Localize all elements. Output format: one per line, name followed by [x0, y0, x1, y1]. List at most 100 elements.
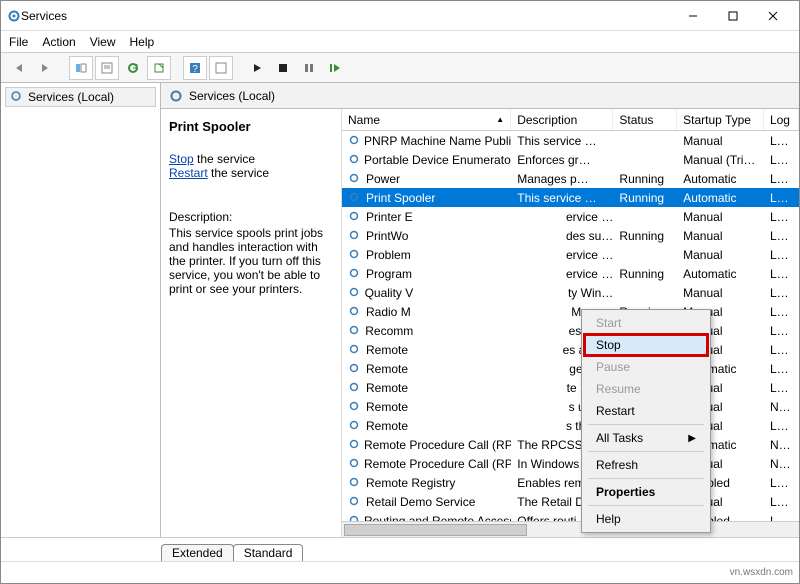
- service-row[interactable]: Problemervice …ManualLoc…: [342, 245, 799, 264]
- gear-icon: [348, 153, 360, 167]
- ctx-resume: Resume: [584, 378, 708, 400]
- col-status[interactable]: Status: [613, 109, 677, 130]
- ctx-all-tasks[interactable]: All Tasks▶: [584, 427, 708, 449]
- service-row[interactable]: Routing and Remote AccessOffers routi…Di…: [342, 511, 799, 521]
- service-row[interactable]: Print SpoolerThis service …RunningAutoma…: [342, 188, 799, 207]
- menu-help[interactable]: Help: [130, 35, 155, 49]
- service-row[interactable]: Remotes the c…ManualLoc…: [342, 416, 799, 435]
- ctx-restart[interactable]: Restart: [584, 400, 708, 422]
- gear-icon: [348, 229, 362, 243]
- stop-link-suffix: the service: [194, 152, 255, 166]
- toolbar: ?: [1, 53, 799, 83]
- export-button[interactable]: [147, 56, 171, 80]
- cell-logon: Loc…: [764, 172, 799, 186]
- service-row[interactable]: Quality Vty Win…ManualLoc…: [342, 283, 799, 302]
- service-row[interactable]: Remote RegistryEnables rem…DisabledLoc…: [342, 473, 799, 492]
- cell-name: Remote: [342, 400, 419, 414]
- cell-logon: Loc…: [764, 248, 799, 262]
- cell-description: ervice …: [419, 248, 613, 262]
- service-rows: PNRP Machine Name Publi…This service …Ma…: [342, 131, 799, 521]
- cell-description: ervice …: [419, 267, 613, 281]
- service-row[interactable]: Remote Procedure Call (RPC)The RPCSS s…R…: [342, 435, 799, 454]
- main-area: Services (Local) Services (Local) Print …: [1, 83, 799, 537]
- service-row[interactable]: Remotes user…ManualNet…: [342, 397, 799, 416]
- restart-link-suffix: the service: [208, 166, 269, 180]
- stop-service-button[interactable]: [271, 56, 295, 80]
- start-service-button[interactable]: [245, 56, 269, 80]
- gear-icon: [169, 89, 183, 103]
- service-row[interactable]: Portable Device Enumerator…Enforces gr…M…: [342, 150, 799, 169]
- sort-arrow-icon: ▲: [496, 115, 504, 124]
- ctx-stop[interactable]: Stop: [584, 334, 708, 356]
- cell-startup-type: Manual (Trig…: [677, 153, 764, 167]
- ctx-refresh[interactable]: Refresh: [584, 454, 708, 476]
- minimize-button[interactable]: [673, 2, 713, 30]
- menu-view[interactable]: View: [90, 35, 116, 49]
- cell-name: Remote Registry: [342, 476, 511, 490]
- service-row[interactable]: Printer Eervice …ManualLoc…: [342, 207, 799, 226]
- service-row[interactable]: Remoteges di…RunningAutomaticLoc…: [342, 359, 799, 378]
- tree-root[interactable]: Services (Local): [5, 87, 156, 107]
- menubar: File Action View Help: [1, 31, 799, 53]
- col-description[interactable]: Description: [511, 109, 613, 130]
- cell-name: Remote Procedure Call (RPC): [342, 438, 511, 452]
- watermark: vn.wsxdn.com: [730, 567, 793, 578]
- stop-service-link[interactable]: Stop: [169, 152, 194, 166]
- cell-logon: Loc…: [764, 134, 799, 148]
- col-startup-type[interactable]: Startup Type: [677, 109, 764, 130]
- services-window: Services File Action View Help ?: [0, 0, 800, 584]
- service-row[interactable]: Remote Procedure Call (RP…In Windows…Man…: [342, 454, 799, 473]
- gear-icon: [348, 286, 361, 300]
- scrollbar-thumb[interactable]: [344, 524, 527, 536]
- gear-icon: [348, 400, 362, 414]
- col-logon[interactable]: Log: [764, 109, 799, 130]
- ctx-pause: Pause: [584, 356, 708, 378]
- tab-extended[interactable]: Extended: [161, 544, 234, 561]
- service-row[interactable]: Remotees a co…ManualLoc…: [342, 340, 799, 359]
- service-row[interactable]: PrintWodes su…RunningManualLoc…: [342, 226, 799, 245]
- selected-service-name: Print Spooler: [169, 119, 333, 134]
- back-button[interactable]: [7, 56, 31, 80]
- forward-button[interactable]: [33, 56, 57, 80]
- service-list: Name▲ Description Status Startup Type Lo…: [341, 109, 799, 537]
- service-row[interactable]: PNRP Machine Name Publi…This service …Ma…: [342, 131, 799, 150]
- horizontal-scrollbar[interactable]: [342, 521, 799, 537]
- cell-startup-type: Automatic: [677, 267, 764, 281]
- close-button[interactable]: [753, 2, 793, 30]
- cell-startup-type: Automatic: [677, 172, 764, 186]
- cell-logon: Loc…: [764, 343, 799, 357]
- cell-startup-type: Manual: [677, 248, 764, 262]
- service-row[interactable]: Retail Demo ServiceThe Retail D…ManualLo…: [342, 492, 799, 511]
- service-row[interactable]: Remotete Des…RunningManualLoc…: [342, 378, 799, 397]
- gear-icon: [348, 324, 361, 338]
- help-button[interactable]: ?: [183, 56, 207, 80]
- service-row[interactable]: Radio M Mana…RunningManualLoc…: [342, 302, 799, 321]
- menu-action[interactable]: Action: [42, 35, 75, 49]
- restart-service-link[interactable]: Restart: [169, 166, 208, 180]
- col-name[interactable]: Name▲: [342, 109, 511, 130]
- show-hide-tree-button[interactable]: [69, 56, 93, 80]
- tab-standard[interactable]: Standard: [233, 544, 304, 561]
- restart-link-line: Restart the service: [169, 166, 333, 180]
- service-row[interactable]: Programervice …RunningAutomaticLoc…: [342, 264, 799, 283]
- menu-file[interactable]: File: [9, 35, 28, 49]
- pause-service-button[interactable]: [297, 56, 321, 80]
- ctx-properties[interactable]: Properties: [584, 481, 708, 503]
- svg-text:?: ?: [192, 64, 198, 74]
- gear-icon: [348, 514, 360, 522]
- cell-logon: Net…: [764, 400, 799, 414]
- right-pane: Services (Local) Print Spooler Stop the …: [161, 83, 799, 537]
- cell-name: Remote: [342, 343, 419, 357]
- properties-button[interactable]: [95, 56, 119, 80]
- service-row[interactable]: Recommes aut…ManualLoc…: [342, 321, 799, 340]
- maximize-button[interactable]: [713, 2, 753, 30]
- cell-startup-type: Manual: [677, 210, 764, 224]
- restart-service-button[interactable]: [323, 56, 347, 80]
- cell-logon: Loc…: [764, 381, 799, 395]
- about-button[interactable]: [209, 56, 233, 80]
- service-row[interactable]: PowerManages p…RunningAutomaticLoc…: [342, 169, 799, 188]
- refresh-button[interactable]: [121, 56, 145, 80]
- cell-logon: Loc…: [764, 305, 799, 319]
- stop-link-line: Stop the service: [169, 152, 333, 166]
- ctx-help[interactable]: Help: [584, 508, 708, 530]
